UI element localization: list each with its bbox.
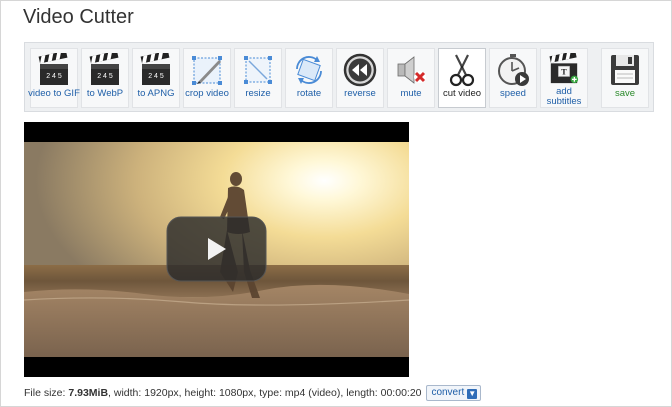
tool-label: resize	[245, 88, 271, 99]
mute-button[interactable]: mute	[387, 48, 435, 108]
floppy-disk-icon	[611, 55, 639, 85]
file-size-value: 7.93MiB	[68, 386, 109, 399]
play-button[interactable]	[166, 216, 267, 282]
stopwatch-icon	[498, 54, 529, 86]
tool-label: to APNG	[137, 88, 175, 99]
scissors-icon	[449, 54, 475, 87]
download-arrow-icon: ▼	[467, 389, 478, 399]
to-apng-button[interactable]: 2 4 5 to APNG	[132, 48, 180, 108]
tool-label: speed	[500, 88, 526, 99]
subtitles-icon: T	[549, 53, 579, 84]
tool-label: reverse	[344, 88, 376, 99]
svg-text:2 4 5: 2 4 5	[46, 73, 62, 80]
file-info: File size: 7.93MiB, width: 1920px, heigh…	[24, 385, 482, 401]
cut-video-button[interactable]: cut video	[438, 48, 486, 108]
clapperboard-icon: 2 4 5	[140, 53, 170, 85]
file-details: , width: 1920px, height: 1080px, type: m…	[108, 386, 422, 399]
resize-button[interactable]: resize	[234, 48, 282, 108]
tool-label: to WebP	[86, 88, 124, 99]
crop-icon	[192, 56, 222, 85]
video-frame	[24, 122, 409, 377]
resize-icon	[244, 56, 272, 84]
reverse-button[interactable]: reverse	[336, 48, 384, 108]
save-button[interactable]: save	[601, 48, 649, 108]
video-player[interactable]	[24, 122, 409, 377]
rewind-icon	[343, 53, 377, 87]
tool-label: mute	[400, 88, 422, 99]
add-subtitles-button[interactable]: T add subtitles	[540, 48, 588, 108]
tool-label: cut video	[442, 88, 482, 99]
rotate-icon	[296, 56, 322, 84]
rotate-button[interactable]: rotate	[285, 48, 333, 108]
tool-label: rotate	[296, 88, 322, 99]
page-title: Video Cutter	[23, 6, 134, 28]
svg-text:2 4 5: 2 4 5	[97, 73, 113, 80]
svg-text:2 4 5: 2 4 5	[148, 73, 164, 80]
tool-label: crop video	[185, 88, 229, 99]
speed-button[interactable]: speed	[489, 48, 537, 108]
mute-icon	[397, 56, 426, 84]
to-webp-button[interactable]: 2 4 5 to WebP	[81, 48, 129, 108]
convert-button[interactable]: convert ▼	[426, 385, 482, 401]
tool-label: video to GIF	[28, 88, 80, 99]
clapperboard-icon: 2 4 5	[89, 53, 119, 85]
video-to-gif-button[interactable]: 2 4 5 video to GIF	[28, 48, 80, 108]
convert-label: convert	[431, 387, 465, 398]
crop-video-button[interactable]: crop video	[183, 48, 231, 108]
tool-label: save	[614, 88, 636, 99]
tool-label: add subtitles	[546, 86, 582, 107]
svg-text:T: T	[561, 67, 567, 77]
clapperboard-icon: 2 4 5	[38, 53, 68, 85]
tool-toolbar: 2 4 5 video to GIF 2 4 5 to WebP 2 4 5 t…	[24, 42, 654, 112]
file-size-label: File size:	[24, 386, 66, 399]
